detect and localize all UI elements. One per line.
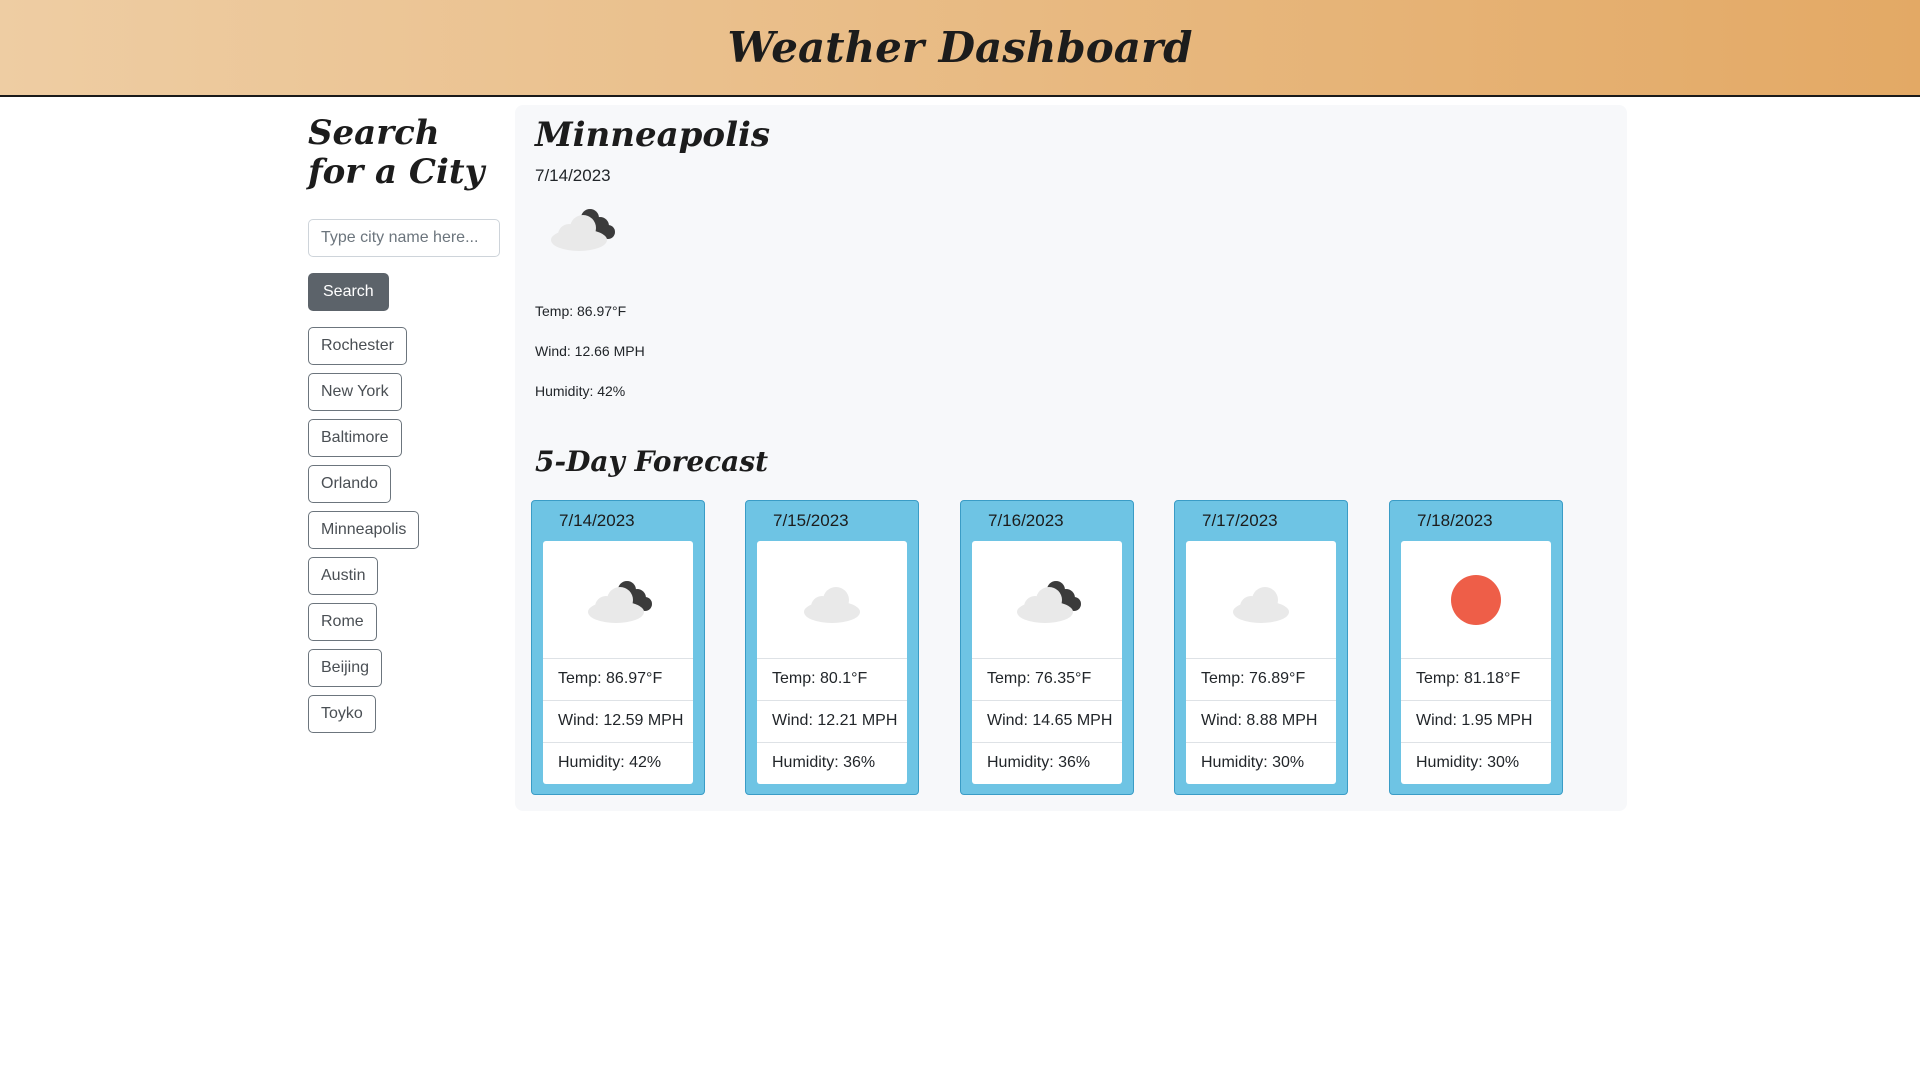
page-title: Weather Dashboard [727,23,1193,72]
cloud-icon [1233,586,1289,623]
content: Search for a City Search Rochester New Y… [0,97,1920,1080]
partly-cloudy-icon [1017,580,1081,623]
forecast-card-body: Temp: 86.97°F Wind: 12.59 MPH Humidity: … [543,541,693,784]
sun-icon [1451,574,1501,625]
forecast-icon-cell [757,541,907,659]
forecast-card-body: Temp: 81.18°F Wind: 1.95 MPH Humidity: 3… [1401,541,1551,784]
weather-main-panel: Minneapolis 7/14/2023 Temp: 86.97°F Wind… [515,105,1627,811]
forecast-wind: Wind: 12.59 MPH [543,701,693,743]
forecast-icon-cell [543,541,693,659]
forecast-temp: Temp: 80.1°F [757,659,907,701]
forecast-icon-cell [1186,541,1336,659]
forecast-icon-cell [972,541,1122,659]
current-temp: Temp: 86.97°F [535,303,627,319]
forecast-humidity: Humidity: 30% [1201,754,1305,771]
current-date: 7/14/2023 [535,166,611,185]
forecast-card: 7/18/2023 Temp: 81.18°F Wind: 1.95 MPH H… [1389,500,1563,795]
current-humidity: Humidity: 42% [535,383,626,399]
forecast-date: 7/18/2023 [1417,511,1493,530]
forecast-date: 7/17/2023 [1202,511,1278,530]
history-item-new-york[interactable]: New York [308,373,402,411]
forecast-date: 7/14/2023 [559,511,635,530]
forecast-temp: Temp: 76.89°F [1186,659,1336,701]
forecast-date: 7/15/2023 [773,511,849,530]
forecast-card: 7/17/2023 Temp: 76.89°F Wind: 8.88 MPH H… [1174,500,1348,795]
forecast-card: 7/15/2023 Temp: 80.1°F Wind: 12.21 MPH H… [745,500,919,795]
search-history-list: Rochester New York Baltimore Orlando Min… [308,327,500,733]
forecast-card-body: Temp: 80.1°F Wind: 12.21 MPH Humidity: 3… [757,541,907,784]
forecast-wind: Wind: 1.95 MPH [1401,701,1551,743]
history-item-rochester[interactable]: Rochester [308,327,407,365]
forecast-wind: Wind: 8.88 MPH [1186,701,1336,743]
forecast-humidity: Humidity: 36% [772,754,876,771]
search-heading: Search for a City [308,113,485,192]
history-item-austin[interactable]: Austin [308,557,379,595]
forecast-cards: 7/14/2023 Temp: 86.97°F Wind: 12.59 MPH … [531,500,1591,810]
forecast-wind: Wind: 14.65 MPH [972,701,1122,743]
forecast-humidity: Humidity: 42% [558,754,662,771]
forecast-humidity: Humidity: 36% [987,754,1091,771]
partly-cloudy-icon [588,580,652,623]
history-item-beijing[interactable]: Beijing [308,649,383,687]
search-sidebar: Search for a City Search Rochester New Y… [308,114,500,741]
forecast-temp: Temp: 86.97°F [543,659,693,701]
cloud-icon [804,586,860,623]
forecast-date: 7/16/2023 [988,511,1064,530]
history-item-rome[interactable]: Rome [308,603,377,641]
forecast-wind: Wind: 12.21 MPH [757,701,907,743]
page-header: Weather Dashboard [0,0,1920,97]
history-item-orlando[interactable]: Orlando [308,465,391,503]
forecast-card: 7/14/2023 Temp: 86.97°F Wind: 12.59 MPH … [531,500,705,795]
forecast-card-body: Temp: 76.35°F Wind: 14.65 MPH Humidity: … [972,541,1122,784]
forecast-humidity: Humidity: 30% [1416,754,1520,771]
city-search-input[interactable] [308,219,500,257]
forecast-temp: Temp: 76.35°F [972,659,1122,701]
forecast-heading: 5-Day Forecast [535,445,769,478]
forecast-icon-cell [1401,541,1551,659]
forecast-temp: Temp: 81.18°F [1401,659,1551,701]
partly-cloudy-icon [551,209,615,251]
forecast-card: 7/16/2023 Temp: 76.35°F Wind: 14.65 MPH … [960,500,1134,795]
history-item-minneapolis[interactable]: Minneapolis [308,511,420,549]
forecast-card-body: Temp: 76.89°F Wind: 8.88 MPH Humidity: 3… [1186,541,1336,784]
current-city-name: Minneapolis [535,115,771,155]
history-item-toyko[interactable]: Toyko [308,695,376,733]
history-item-baltimore[interactable]: Baltimore [308,419,402,457]
current-wind: Wind: 12.66 MPH [535,343,645,359]
search-button[interactable]: Search [308,273,389,311]
